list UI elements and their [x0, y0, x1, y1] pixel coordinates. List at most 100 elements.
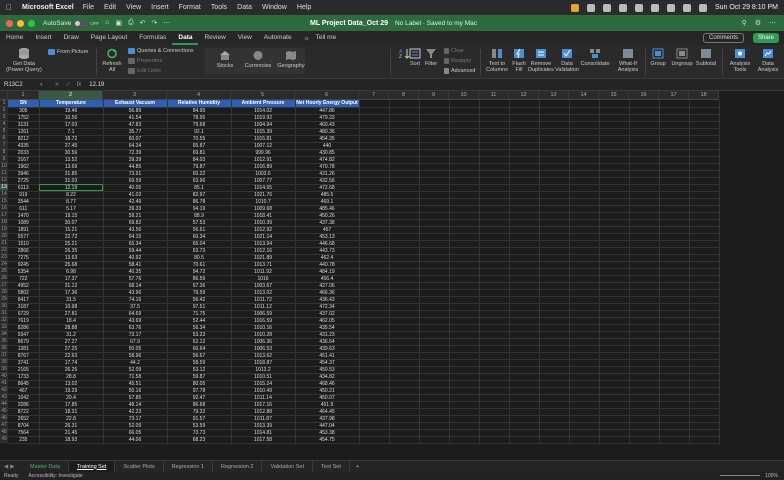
data-cell[interactable]: 58.96 — [103, 352, 168, 360]
data-cell[interactable]: 40.35 — [103, 268, 168, 276]
column-title-cell[interactable]: Exhaust Vacuum — [103, 100, 168, 108]
empty-cell[interactable] — [419, 121, 450, 129]
empty-cell[interactable] — [569, 240, 600, 248]
data-cell[interactable]: 63.73 — [167, 247, 232, 255]
empty-cell[interactable] — [509, 422, 540, 430]
empty-cell[interactable] — [539, 205, 570, 213]
empty-cell[interactable] — [389, 205, 420, 213]
empty-cell[interactable] — [449, 359, 480, 367]
empty-cell[interactable] — [569, 163, 600, 171]
empty-cell[interactable] — [569, 121, 600, 129]
tab-draw[interactable]: Draw — [58, 31, 85, 45]
empty-cell[interactable] — [449, 317, 480, 325]
empty-cell[interactable] — [359, 156, 390, 164]
empty-cell[interactable] — [569, 282, 600, 290]
empty-cell[interactable] — [479, 100, 510, 108]
empty-cell[interactable] — [629, 387, 660, 395]
empty-cell[interactable] — [599, 408, 630, 416]
row-header[interactable]: 49 — [0, 436, 8, 443]
data-cell[interactable]: 2165 — [8, 366, 40, 374]
data-cell[interactable]: 25.21 — [39, 240, 104, 248]
wifi-icon[interactable] — [666, 3, 675, 12]
from-picture-button[interactable]: From Picture — [48, 49, 88, 55]
empty-cell[interactable] — [629, 107, 660, 115]
empty-cell[interactable] — [539, 429, 570, 437]
data-cell[interactable]: 1015.39 — [231, 128, 296, 136]
empty-cell[interactable] — [419, 394, 450, 402]
empty-cell[interactable] — [689, 205, 720, 213]
data-cell[interactable]: 68.14 — [103, 282, 168, 290]
empty-cell[interactable] — [569, 275, 600, 283]
empty-cell[interactable] — [479, 394, 510, 402]
empty-cell[interactable] — [479, 275, 510, 283]
empty-cell[interactable] — [629, 128, 660, 136]
empty-cell[interactable] — [359, 205, 390, 213]
data-cell[interactable]: 3286 — [8, 401, 40, 409]
empty-cell[interactable] — [419, 100, 450, 108]
empty-cell[interactable] — [629, 380, 660, 388]
data-cell[interactable]: 1016 — [231, 275, 296, 283]
empty-cell[interactable] — [449, 247, 480, 255]
battery-icon[interactable] — [650, 3, 659, 12]
empty-cell[interactable] — [389, 303, 420, 311]
row-header[interactable]: 4 — [0, 121, 8, 128]
empty-cell[interactable] — [359, 261, 390, 269]
empty-cell[interactable] — [389, 366, 420, 374]
row-header[interactable]: 19 — [0, 226, 8, 233]
empty-cell[interactable] — [479, 184, 510, 192]
empty-cell[interactable] — [599, 310, 630, 318]
empty-cell[interactable] — [569, 156, 600, 164]
empty-cell[interactable] — [629, 408, 660, 416]
empty-cell[interactable] — [449, 114, 480, 122]
empty-cell[interactable] — [569, 212, 600, 220]
empty-cell[interactable] — [359, 289, 390, 297]
empty-cell[interactable] — [629, 121, 660, 129]
data-cell[interactable]: 45.51 — [103, 380, 168, 388]
row-header[interactable]: 28 — [0, 289, 8, 296]
row-header[interactable]: 33 — [0, 324, 8, 331]
data-cell[interactable]: 468.46 — [295, 380, 360, 388]
data-cell[interactable]: 8704 — [8, 422, 40, 430]
empty-cell[interactable] — [389, 212, 420, 220]
data-cell[interactable]: 6113 — [8, 184, 40, 192]
empty-cell[interactable] — [479, 345, 510, 353]
data-cell[interactable]: 3741 — [8, 359, 40, 367]
empty-cell[interactable] — [389, 191, 420, 199]
empty-cell[interactable] — [599, 352, 630, 360]
empty-cell[interactable] — [359, 128, 390, 136]
recording-icon[interactable] — [570, 3, 579, 12]
data-cell[interactable]: 43.56 — [103, 226, 168, 234]
data-cell[interactable]: 1004.94 — [231, 121, 296, 129]
empty-cell[interactable] — [359, 240, 390, 248]
empty-cell[interactable] — [509, 156, 540, 164]
empty-cell[interactable] — [359, 408, 390, 416]
empty-cell[interactable] — [509, 212, 540, 220]
row-header[interactable]: 24 — [0, 261, 8, 268]
empty-cell[interactable] — [539, 219, 570, 227]
empty-cell[interactable] — [539, 191, 570, 199]
data-cell[interactable]: 1014.65 — [231, 184, 296, 192]
empty-cell[interactable] — [689, 261, 720, 269]
row-header[interactable]: 8 — [0, 149, 8, 156]
empty-cell[interactable] — [689, 324, 720, 332]
data-cell[interactable]: 13.63 — [39, 254, 104, 262]
empty-cell[interactable] — [539, 184, 570, 192]
empty-cell[interactable] — [689, 366, 720, 374]
empty-cell[interactable] — [629, 184, 660, 192]
empty-cell[interactable] — [479, 317, 510, 325]
empty-cell[interactable] — [539, 212, 570, 220]
empty-cell[interactable] — [569, 408, 600, 416]
empty-cell[interactable] — [689, 149, 720, 157]
data-cell[interactable]: 69.81 — [167, 149, 232, 157]
empty-cell[interactable] — [389, 254, 420, 262]
data-cell[interactable]: 1510 — [8, 240, 40, 248]
empty-cell[interactable] — [629, 177, 660, 185]
empty-cell[interactable] — [389, 422, 420, 430]
data-cell[interactable]: 1011.87 — [231, 415, 296, 423]
column-header[interactable]: 1 — [8, 91, 39, 100]
empty-cell[interactable] — [389, 415, 420, 423]
empty-cell[interactable] — [449, 170, 480, 178]
data-cell[interactable]: 7564 — [8, 429, 40, 437]
data-cell[interactable]: 80.05 — [167, 380, 232, 388]
empty-cell[interactable] — [479, 240, 510, 248]
